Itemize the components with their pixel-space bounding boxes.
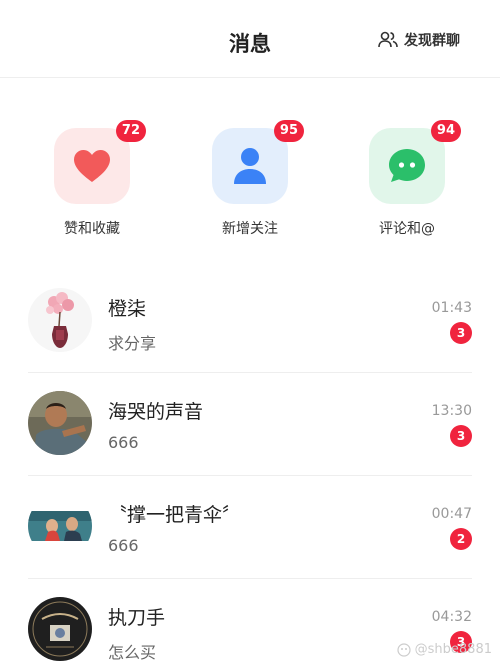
top-bar: 消息 发现群聊 [0,0,500,78]
comments-tile: 94 [369,120,461,204]
group-icon [378,31,398,48]
contact-name: 〝撑一把青伞〞 [108,504,242,526]
discover-groups-button[interactable]: 发现群聊 [378,30,460,50]
watermark: @shbe8881 [397,642,492,657]
message-time: 13:30 [431,403,472,419]
contact-name: 海哭的声音 [108,401,204,423]
conversation-row[interactable]: 橙柒 求分享 01:43 3 [28,270,472,373]
conversation-row[interactable]: 〝撑一把青伞〞 666 00:47 2 [28,476,472,579]
contact-name: 执刀手 [108,607,166,629]
followers-label: 新增关注 [222,221,278,237]
likes-badge: 72 [115,120,146,142]
new-followers[interactable]: 95 新增关注 [195,120,305,238]
message-time: 04:32 [431,609,472,625]
flower-vase-avatar [28,288,92,352]
contact-name: 橙柒 [108,298,147,320]
followers-tile: 95 [212,120,304,204]
heart-icon [74,150,110,182]
comments-badge: 94 [430,120,461,142]
chat-bubble-icon [389,149,425,182]
person-photo-avatar [28,391,92,455]
message-time: 00:47 [431,506,472,522]
last-message: 666 [108,536,139,555]
unread-count-badge: 3 [450,425,472,447]
unread-count-badge: 2 [450,528,472,550]
likes-label: 赞和收藏 [64,221,120,237]
conversation-row[interactable]: 海哭的声音 666 13:30 3 [28,373,472,476]
message-time: 01:43 [431,300,472,316]
discover-groups-label: 发现群聊 [404,33,460,49]
person-icon [234,148,266,184]
layover-logo-avatar [28,597,92,661]
last-message: 怎么买 [108,643,157,662]
likes-and-favorites[interactable]: 72 赞和收藏 [37,120,147,238]
quick-actions: 72 赞和收藏 95 新增关注 94 评论和@ [0,120,500,248]
comments-and-mentions[interactable]: 94 评论和@ [352,120,462,238]
watermark-icon [397,642,411,657]
followers-badge: 95 [273,120,304,142]
watermark-text: @shbe8881 [414,642,492,657]
conversation-list: 橙柒 求分享 01:43 3 海哭的声音 666 13:30 3 〝撑一把青伞〞… [28,270,472,667]
last-message: 666 [108,433,139,452]
last-message: 求分享 [108,334,157,353]
comments-label: 评论和@ [379,221,435,237]
likes-tile: 72 [54,120,146,204]
movie-still-avatar [28,494,92,558]
unread-count-badge: 3 [450,322,472,344]
